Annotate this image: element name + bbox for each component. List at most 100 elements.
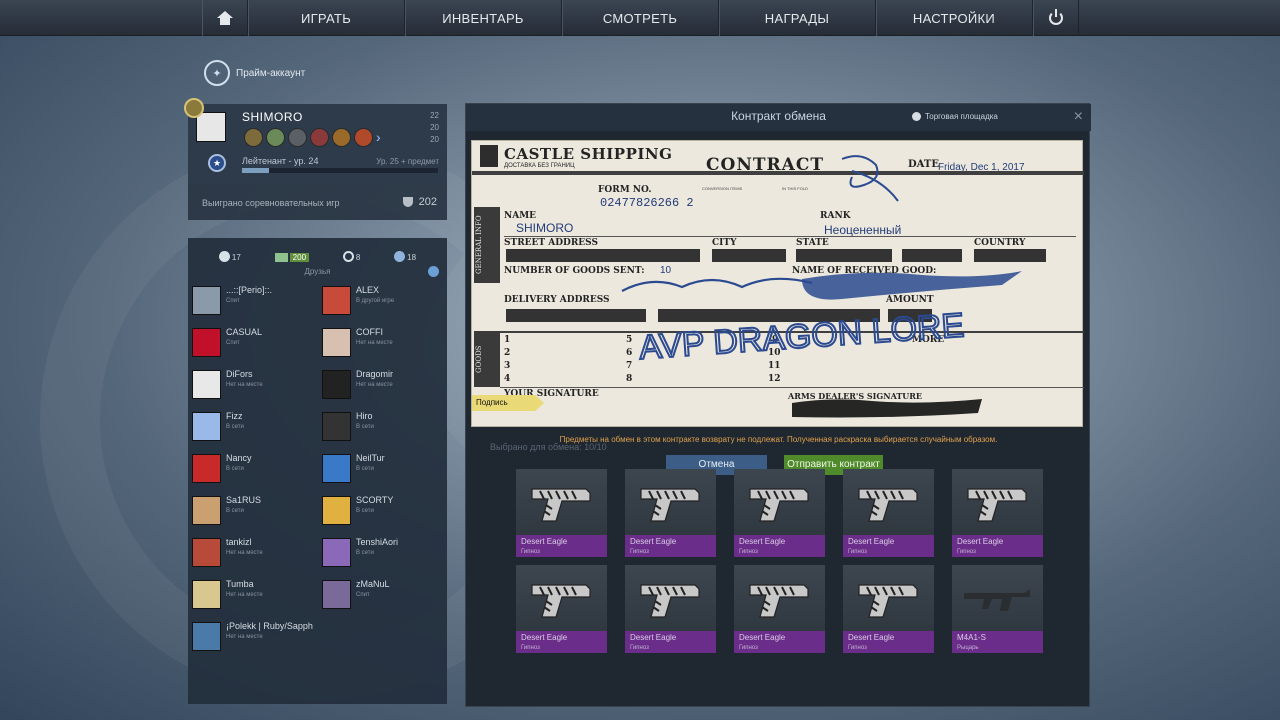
person-icon <box>912 112 921 121</box>
weapon-image <box>640 488 700 522</box>
friend-name: Sa1RUS <box>226 495 262 505</box>
market-label: Торговая площадка <box>925 112 998 121</box>
item-name: Desert Eagle <box>739 633 786 642</box>
friend-status: В сети <box>356 508 374 514</box>
medal-icon[interactable] <box>354 128 373 147</box>
friend-item[interactable]: tankizl Нет на месте <box>192 537 322 567</box>
item-skin: Гипноз <box>521 549 540 555</box>
friend-status: Нет на месте <box>356 382 393 388</box>
item-name: M4A1-S <box>957 633 986 642</box>
friend-item[interactable]: COFFI Нет на месте <box>322 327 446 357</box>
nav-inventory[interactable]: ИНВЕНТАРЬ <box>404 0 562 36</box>
player-name: SHIMORO <box>242 110 303 124</box>
friend-avatar <box>322 328 351 357</box>
close-button[interactable]: × <box>1074 108 1083 126</box>
item-name: Desert Eagle <box>521 633 568 642</box>
contract-item-slot[interactable]: Desert Eagle Гипноз <box>625 565 716 653</box>
contract-item-slot[interactable]: M4A1-S Рыцарь <box>952 565 1043 653</box>
item-skin: Гипноз <box>848 645 867 651</box>
envelope-icon <box>274 253 288 262</box>
friend-item[interactable]: ALEX В другой игре <box>322 285 446 315</box>
group-icon <box>394 251 406 262</box>
friend-name: ...::[Perio]::. <box>226 285 273 295</box>
friend-item[interactable]: Hiro В сети <box>322 411 446 441</box>
item-skin: Гипноз <box>630 549 649 555</box>
clock-icon <box>342 251 354 262</box>
medal-icon[interactable] <box>244 128 263 147</box>
contract-item-slot[interactable]: Desert Eagle Гипноз <box>625 469 716 557</box>
item-skin: Гипноз <box>630 645 649 651</box>
weapon-image <box>531 488 591 522</box>
friend-name: ALEX <box>356 285 380 295</box>
warning-text: Предметы на обмен в этом контракте возвр… <box>559 435 998 444</box>
friend-name: COFFI <box>356 327 383 337</box>
home-button[interactable] <box>201 0 248 36</box>
contract-item-slot[interactable]: Desert Eagle Гипноз <box>843 565 934 653</box>
item-name: Desert Eagle <box>739 537 786 546</box>
friend-status: Нет на месте <box>226 550 263 556</box>
nav-watch[interactable]: СМОТРЕТЬ <box>561 0 719 36</box>
friend-item[interactable]: ¡Polekk | Ruby/Sapph Нет на месте <box>192 621 322 651</box>
medal-icon[interactable] <box>310 128 329 147</box>
friend-name: tankizl <box>226 537 252 547</box>
tab-recent[interactable]: 8 <box>342 242 360 262</box>
friend-item[interactable]: Dragomir Нет на месте <box>322 369 446 399</box>
nav-settings[interactable]: НАСТРОЙКИ <box>875 0 1033 36</box>
friend-item[interactable]: SCORTY В сети <box>322 495 446 525</box>
sign-button[interactable]: Подпись <box>472 395 544 411</box>
power-button[interactable] <box>1032 0 1079 36</box>
trophy-icon <box>402 197 413 207</box>
nav-rewards[interactable]: НАГРАДЫ <box>718 0 876 36</box>
player-avatar[interactable] <box>196 112 226 142</box>
friend-status: В сети <box>356 550 374 556</box>
contract-item-slot[interactable]: Desert Eagle Гипноз <box>734 469 825 557</box>
friend-item[interactable]: Fizz В сети <box>192 411 322 441</box>
friend-item[interactable]: Tumba Нет на месте <box>192 579 322 609</box>
stat-value: 20 <box>430 123 439 132</box>
friend-item[interactable]: TenshiAori В сети <box>322 537 446 567</box>
friend-status: Спит <box>226 298 240 304</box>
friend-item[interactable]: Nancy В сети <box>192 453 322 483</box>
tab-messages[interactable]: 200 <box>274 242 310 262</box>
friend-item[interactable]: ...::[Perio]::. Спит <box>192 285 322 315</box>
nav-play[interactable]: ИГРАТЬ <box>247 0 405 36</box>
item-skin: Гипноз <box>739 549 758 555</box>
friend-avatar <box>322 370 351 399</box>
tab-groups[interactable]: 18 <box>394 242 416 262</box>
rank-label: Лейтенант - ур. 24 <box>242 156 319 166</box>
contract-item-slot[interactable]: Desert Eagle Гипноз <box>516 469 607 557</box>
friend-avatar <box>322 580 351 609</box>
item-name: Desert Eagle <box>957 537 1004 546</box>
wins-label: Выиграно соревновательных игр <box>202 198 340 208</box>
chevron-right-icon[interactable]: › <box>376 128 381 147</box>
medal-icon[interactable] <box>288 128 307 147</box>
medal-icon[interactable] <box>266 128 285 147</box>
friend-item[interactable]: DiFors Нет на месте <box>192 369 322 399</box>
contract-item-slot[interactable]: Desert Eagle Гипноз <box>516 565 607 653</box>
add-friend-icon[interactable] <box>428 266 439 277</box>
friend-item[interactable]: NeilTur В сети <box>322 453 446 483</box>
medal-row[interactable]: › <box>244 128 381 147</box>
item-name: Desert Eagle <box>630 633 677 642</box>
friend-name: CASUAL <box>226 327 263 337</box>
trade-contract-window: Контракт обмена Торговая площадка × CAST… <box>465 103 1091 707</box>
contract-item-slot[interactable]: Desert Eagle Гипноз <box>734 565 825 653</box>
item-skin: Гипноз <box>739 645 758 651</box>
contract-item-slot[interactable]: Desert Eagle Гипноз <box>952 469 1043 557</box>
item-name: Desert Eagle <box>848 633 895 642</box>
contract-item-slot[interactable]: Desert Eagle Гипноз <box>843 469 934 557</box>
tab-friends[interactable]: 17 <box>218 242 241 262</box>
market-link[interactable]: Торговая площадка <box>912 112 998 121</box>
friend-status: Нет на месте <box>226 592 263 598</box>
item-skin: Гипноз <box>957 549 976 555</box>
friend-item[interactable]: Sa1RUS В сети <box>192 495 322 525</box>
friend-status: Нет на месте <box>226 382 263 388</box>
medal-icon[interactable] <box>332 128 351 147</box>
stat-value: 20 <box>430 135 439 144</box>
friend-item[interactable]: zMaNuL Спит <box>322 579 446 609</box>
friend-item[interactable]: CASUAL Спит <box>192 327 322 357</box>
friend-status: Спит <box>356 592 370 598</box>
friend-avatar <box>192 538 221 567</box>
person-icon <box>218 251 230 262</box>
friend-status: В сети <box>356 466 374 472</box>
